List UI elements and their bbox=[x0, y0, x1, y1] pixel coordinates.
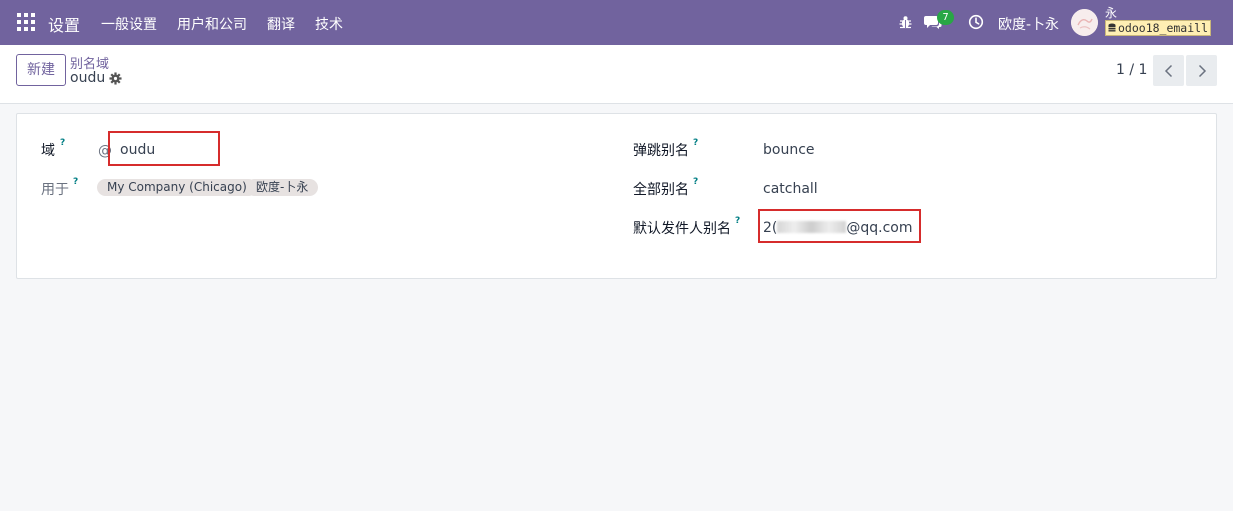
avatar-image bbox=[1071, 9, 1098, 36]
control-panel: 新建 别名域 oudu 1 / 1 bbox=[0, 45, 1233, 104]
main-menu: 一般设置 用户和公司 翻译 技术 bbox=[101, 14, 363, 34]
gear-icon[interactable] bbox=[109, 72, 122, 85]
menu-users-companies[interactable]: 用户和公司 bbox=[177, 14, 247, 34]
chevron-right-icon bbox=[1198, 64, 1206, 77]
pager-previous-button[interactable] bbox=[1153, 55, 1184, 86]
breadcrumb-current: oudu bbox=[70, 70, 106, 86]
bounce-help-tooltip[interactable]: ? bbox=[693, 138, 698, 148]
domain-help-tooltip[interactable]: ? bbox=[60, 138, 65, 148]
pager-next-button[interactable] bbox=[1186, 55, 1217, 86]
app-title[interactable]: 设置 bbox=[48, 12, 80, 36]
top-navbar: 设置 一般设置 用户和公司 翻译 技术 7 欧度-卜永 永 odoo18_ema… bbox=[0, 0, 1233, 45]
default-from-help-tooltip[interactable]: ? bbox=[735, 216, 740, 226]
database-badge: odoo18_emaill bbox=[1105, 20, 1212, 36]
menu-translations[interactable]: 翻译 bbox=[267, 14, 295, 34]
company-tag: 欧度-卜永 bbox=[246, 179, 319, 196]
debug-bug-icon[interactable] bbox=[899, 15, 912, 29]
bounce-alias-label: 弹跳别名 bbox=[633, 143, 689, 159]
company-switcher[interactable]: 欧度-卜永 bbox=[998, 14, 1059, 34]
menu-general-settings[interactable]: 一般设置 bbox=[101, 14, 157, 34]
domain-label: 域 bbox=[41, 143, 55, 159]
catchall-alias-input[interactable]: catchall bbox=[763, 181, 818, 197]
catchall-alias-label: 全部别名 bbox=[633, 182, 689, 198]
used-for-help-tooltip[interactable]: ? bbox=[73, 177, 78, 187]
bounce-alias-input[interactable]: bounce bbox=[763, 142, 815, 158]
user-avatar[interactable] bbox=[1071, 9, 1098, 36]
default-from-alias-label: 默认发件人别名 bbox=[633, 221, 731, 237]
apps-menu-icon[interactable] bbox=[17, 13, 35, 31]
domain-highlight-box bbox=[108, 131, 220, 166]
menu-technical[interactable]: 技术 bbox=[315, 14, 343, 34]
user-name[interactable]: 永 bbox=[1105, 4, 1117, 21]
pager-value[interactable]: 1 / 1 bbox=[1116, 62, 1147, 78]
default-from-highlight-box bbox=[758, 209, 921, 243]
messages-count-badge: 7 bbox=[937, 10, 954, 25]
database-icon bbox=[1108, 23, 1116, 32]
used-for-label: 用于 bbox=[41, 182, 69, 198]
new-button[interactable]: 新建 bbox=[16, 54, 66, 86]
database-name: odoo18_emaill bbox=[1118, 21, 1209, 35]
chevron-left-icon bbox=[1164, 64, 1172, 77]
catchall-help-tooltip[interactable]: ? bbox=[693, 177, 698, 187]
form-sheet: 域 ? @ oudu 用于 ? My Company (Chicago) 欧度-… bbox=[16, 113, 1217, 279]
company-tag: My Company (Chicago) bbox=[97, 179, 257, 196]
activity-clock-icon[interactable] bbox=[968, 14, 984, 30]
